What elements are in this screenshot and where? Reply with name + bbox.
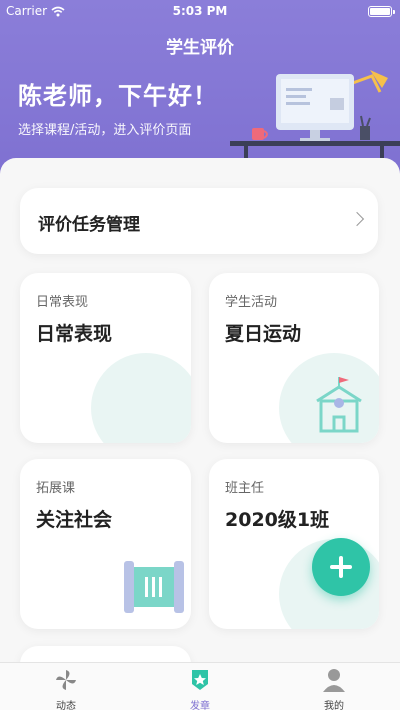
tab-label: 我的 — [324, 701, 344, 710]
tile-title: 夏日运动 — [225, 323, 302, 345]
greeting: 陈老师，下午好！ — [18, 82, 218, 110]
tile-title: 日常表现 — [36, 323, 113, 345]
tile-extension-course[interactable]: 拓展课 关注社会 — [20, 459, 191, 629]
tab-bar: 动态 发章 我的 — [0, 662, 400, 710]
tile-daily-performance[interactable]: 日常表现 日常表现 — [20, 273, 191, 443]
tile-title: 2020级1班 — [225, 509, 330, 531]
task-management-label: 评价任务管理 — [38, 215, 140, 235]
pinwheel-icon — [56, 670, 76, 690]
school-building-icon — [316, 377, 362, 433]
page-title: 学生评价 — [166, 38, 234, 58]
tile-category-label: 班主任 — [225, 481, 265, 496]
status-time: 5:03 PM — [172, 4, 228, 18]
badge-star-icon — [192, 670, 208, 690]
desk-illustration — [230, 70, 400, 168]
tab-badge[interactable]: 发章 — [160, 667, 240, 710]
add-button[interactable] — [312, 538, 370, 596]
greeting-subtitle: 选择课程/活动，进入评价页面 — [18, 123, 192, 138]
tab-label: 动态 — [56, 701, 76, 710]
status-bar: Carrier 5:03 PM — [0, 0, 400, 22]
tab-profile[interactable]: 我的 — [294, 667, 374, 710]
tile-student-activity[interactable]: 学生活动 夏日运动 — [209, 273, 379, 443]
tile-category-label: 学生活动 — [225, 295, 278, 310]
battery-icon — [368, 6, 395, 17]
tile-category-label: 日常表现 — [36, 295, 89, 310]
tab-label: 发章 — [190, 701, 210, 710]
person-icon — [323, 669, 345, 692]
tile-decoration — [91, 353, 191, 443]
tab-feed[interactable]: 动态 — [26, 667, 106, 710]
chevron-right-icon — [349, 211, 365, 227]
scroll-icon — [124, 561, 184, 613]
tile-title: 关注社会 — [36, 509, 113, 531]
tile-category-label: 拓展课 — [36, 481, 76, 496]
evaluation-task-management-button[interactable]: 评价任务管理 — [20, 188, 378, 254]
